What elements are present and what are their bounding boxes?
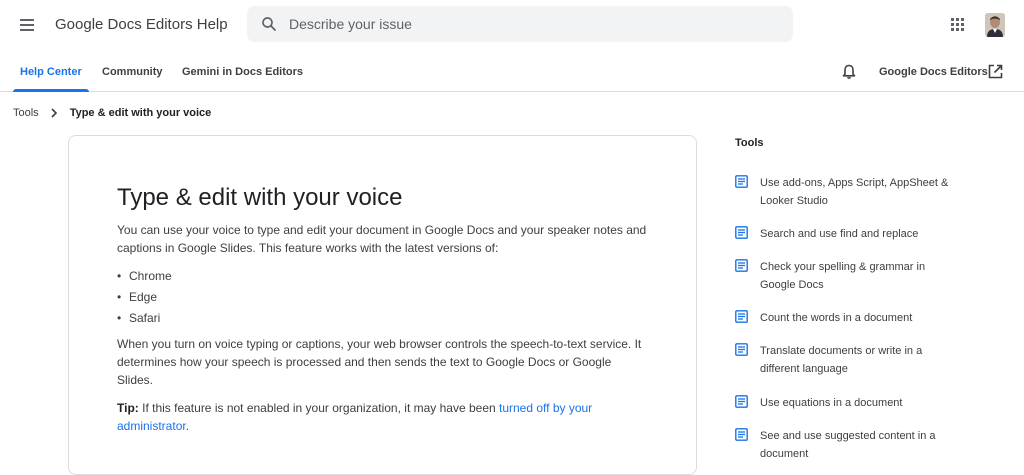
- tip-paragraph: Tip: If this feature is not enabled in y…: [117, 401, 593, 433]
- list-item: • Edge: [117, 290, 158, 304]
- page-title: Type & edit with your voice: [117, 184, 403, 211]
- hamburger-menu-icon: [20, 19, 34, 21]
- sidebar-title: Tools: [735, 137, 764, 149]
- app-title-link[interactable]: Google Docs Editors Help: [55, 16, 228, 33]
- product-site-link[interactable]: Google Docs Editors: [879, 50, 988, 92]
- help-center-nav: Help Center Community Gemini in Docs Edi…: [0, 50, 1024, 92]
- article-icon: [735, 259, 748, 272]
- article-icon: [735, 226, 748, 239]
- article-icon: [735, 428, 748, 441]
- search-bar[interactable]: [247, 6, 793, 42]
- sidebar-item-label[interactable]: Search and use find and replace: [760, 225, 950, 243]
- article-icon: [735, 343, 748, 356]
- article-icon: [735, 310, 748, 323]
- list-item: • Chrome: [117, 269, 172, 283]
- breadcrumb-current: Type & edit with your voice: [69, 107, 212, 119]
- tab-help-center[interactable]: Help Center: [13, 50, 89, 92]
- google-apps-icon[interactable]: [950, 17, 965, 32]
- tip-label: Tip:: [117, 401, 139, 415]
- avatar-image: [985, 13, 1005, 37]
- article-icon: [735, 175, 748, 188]
- open-in-new-icon[interactable]: [988, 64, 1003, 79]
- sidebar-item-label[interactable]: Translate documents or write in a differ…: [760, 342, 950, 378]
- article-icon: [735, 395, 748, 408]
- tab-community[interactable]: Community: [102, 50, 163, 92]
- chevron-right-icon: [51, 108, 57, 118]
- account-avatar[interactable]: [985, 13, 1005, 37]
- article-intro: You can use your voice to type and edit …: [117, 223, 647, 255]
- article-card: Type & edit with your voice You can use …: [68, 135, 697, 475]
- breadcrumb: Tools Type & edit with your voice: [13, 105, 211, 121]
- tip-text: If this feature is not enabled in your o…: [138, 401, 499, 415]
- search-input[interactable]: [289, 6, 769, 42]
- notifications-bell-icon[interactable]: [842, 64, 856, 80]
- top-app-bar: Google Docs Editors Help: [0, 0, 1024, 50]
- search-icon[interactable]: [260, 15, 278, 33]
- main-menu-button[interactable]: [15, 13, 39, 37]
- sidebar-item-label[interactable]: Count the words in a document: [760, 309, 950, 327]
- sidebar-item-label[interactable]: See and use suggested content in a docum…: [760, 427, 950, 463]
- list-item: • Safari: [117, 311, 161, 325]
- sidebar-item-label[interactable]: Use equations in a document: [760, 394, 950, 412]
- sidebar-item-label[interactable]: Check your spelling & grammar in Google …: [760, 258, 950, 294]
- service-note: When you turn on voice typing or caption…: [117, 337, 642, 387]
- tab-gemini-in-docs-editors[interactable]: Gemini in Docs Editors: [182, 50, 303, 92]
- sidebar-item-label[interactable]: Use add-ons, Apps Script, AppSheet & Loo…: [760, 174, 950, 210]
- breadcrumb-tools-link[interactable]: Tools: [13, 107, 39, 119]
- supported-browsers-list: • Chrome • Edge • Safari: [117, 266, 172, 329]
